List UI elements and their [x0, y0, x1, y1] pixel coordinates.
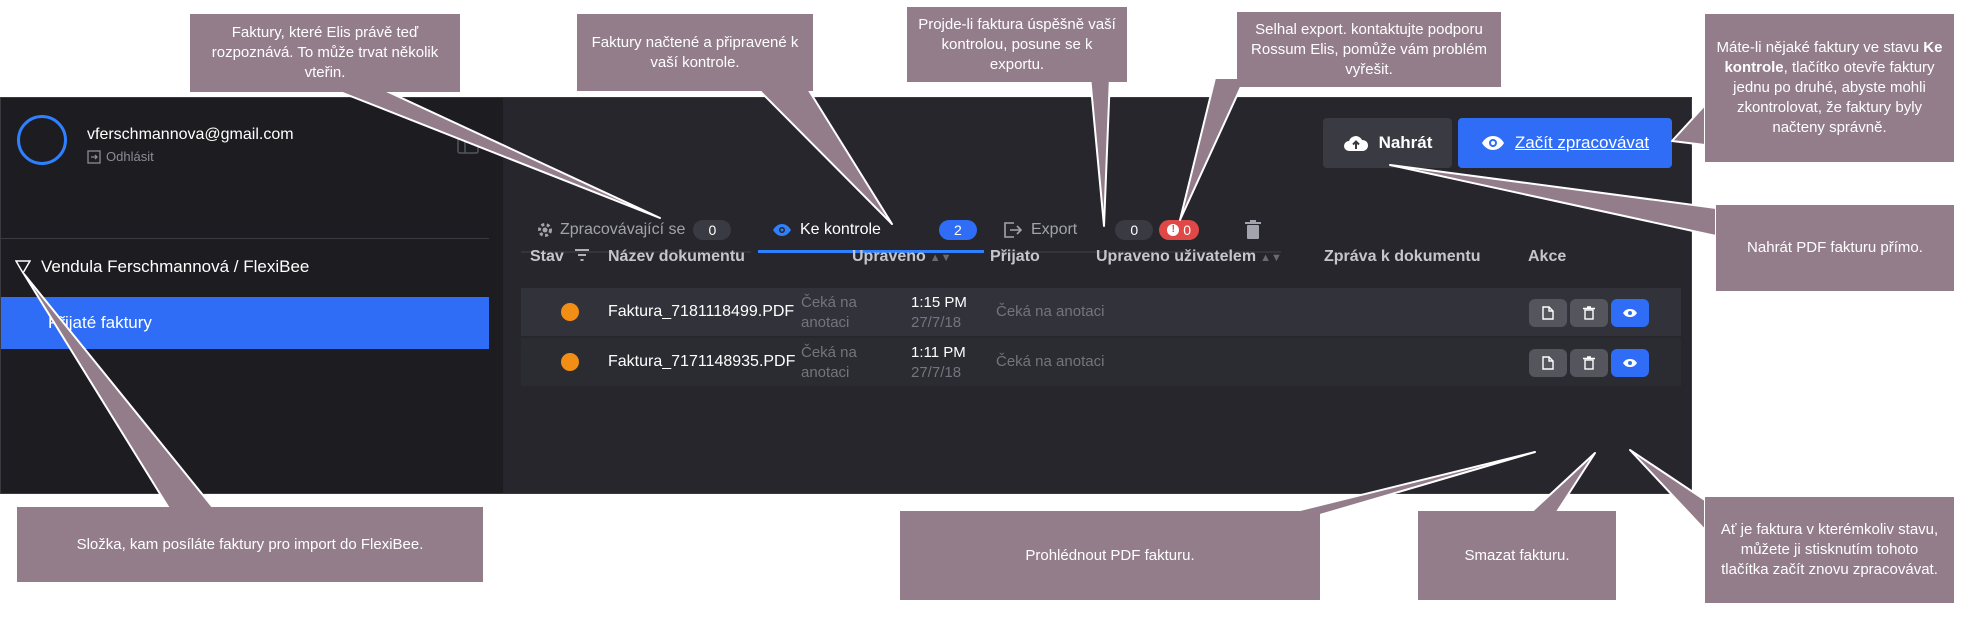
pointer-processing: [329, 87, 661, 219]
callout-upload: Nahrát PDF fakturu přímo.: [1716, 205, 1954, 291]
pointer-folder: [23, 273, 216, 511]
pointer-reprocess: [1629, 449, 1706, 531]
callout-reprocess: Ať je faktura v kterémkoliv stavu, můžet…: [1705, 497, 1954, 603]
callout-review: Faktury načtené a připravené k vaší kont…: [577, 14, 813, 91]
pointer-failed: [1179, 77, 1246, 221]
callout-start-prefix: Máte-li nějaké faktury ve stavu: [1716, 39, 1924, 56]
pointer-upload: [1389, 164, 1717, 237]
callout-processing: Faktury, které Elis právě teď rozpoznává…: [190, 14, 460, 92]
callout-start-text: Máte-li nějaké faktury ve stavu Ke kontr…: [1715, 38, 1944, 138]
pointer-start: [1671, 104, 1706, 146]
callout-delete: Smazat fakturu.: [1418, 511, 1616, 600]
pointer-view-pdf: [1279, 451, 1536, 516]
callout-failed: Selhal export. kontaktujte podporu Rossu…: [1237, 12, 1501, 87]
callout-start: Máte-li nějaké faktury ve stavu Ke kontr…: [1705, 14, 1954, 162]
pointer-export: [1089, 75, 1111, 227]
callout-export: Projde-li faktura úspěšně vaší kontrolou…: [907, 7, 1127, 82]
callout-folder: Složka, kam posíláte faktury pro import …: [17, 507, 483, 582]
callout-view-pdf: Prohlédnout PDF fakturu.: [900, 511, 1320, 600]
pointer-delete: [1527, 452, 1596, 516]
pointer-review: [744, 75, 893, 225]
